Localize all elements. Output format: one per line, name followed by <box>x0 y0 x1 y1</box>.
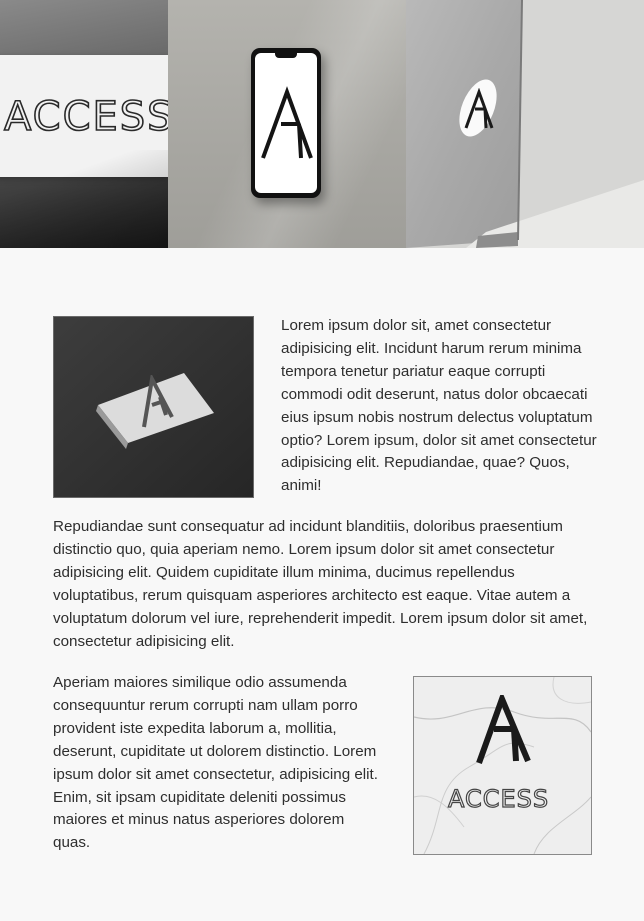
hero-panel-paper-sign: ACCESS <box>0 0 168 248</box>
a-logo-icon <box>261 86 313 159</box>
closing-paragraph: Aperiam maiores similique odio assumenda… <box>53 674 378 852</box>
a-logo-icon <box>464 88 494 129</box>
marble-logo-photo: ACCESS <box>413 676 592 855</box>
body-paragraph: Repudiandae sunt consequatur ad incidunt… <box>53 518 588 650</box>
phone-mockup <box>251 48 321 198</box>
access-wordmark: ACCESS <box>447 784 549 813</box>
laptop-mockup <box>406 0 644 248</box>
svg-text:ACCESS: ACCESS <box>4 94 168 140</box>
business-card-photo <box>53 316 254 498</box>
a-logo-icon <box>476 695 531 765</box>
intro-paragraph: Lorem ipsum dolor sit, amet consectetur … <box>281 317 597 495</box>
hero-panel-phone <box>168 0 406 248</box>
svg-text:ACCESS: ACCESS <box>448 785 549 813</box>
hero-gallery: ACCESS <box>0 0 644 248</box>
access-wordmark: ACCESS <box>3 93 168 140</box>
a-logo-icon <box>142 375 174 428</box>
hero-panel-laptop <box>406 0 644 248</box>
